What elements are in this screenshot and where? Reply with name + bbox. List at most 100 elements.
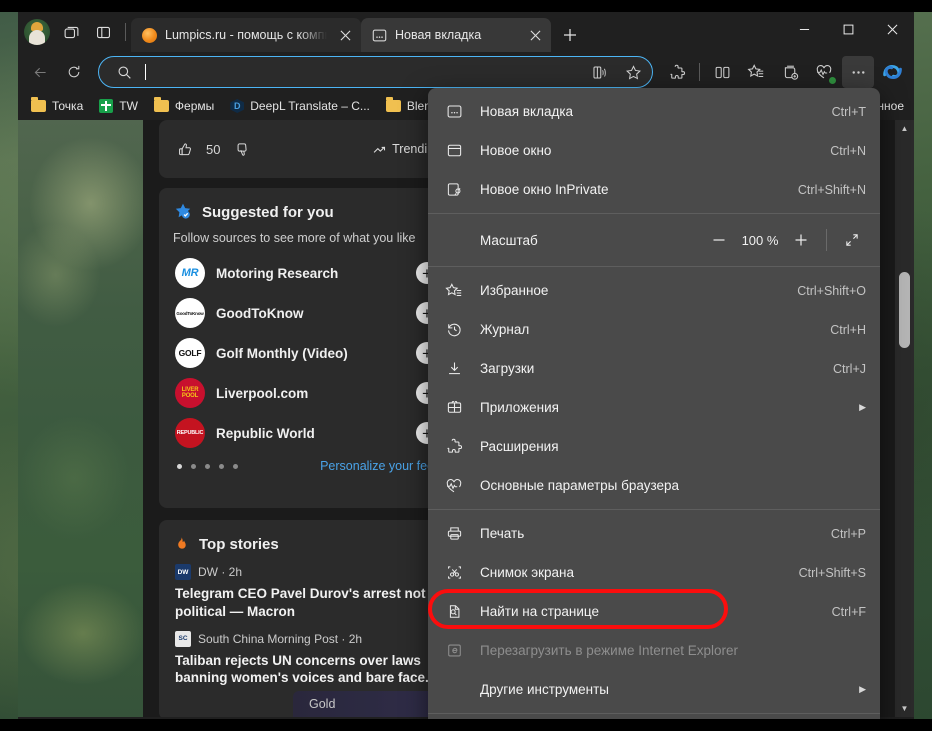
page-dot[interactable] [205, 463, 210, 469]
maximize-button[interactable] [826, 12, 870, 46]
back-button[interactable] [24, 56, 56, 88]
list-item[interactable]: LIVER POOL Liverpool.com + [171, 373, 447, 413]
profile-avatar[interactable] [24, 19, 50, 45]
zoom-divider [826, 229, 827, 251]
list-item[interactable]: REPUBLIC Republic World + [171, 413, 447, 453]
list-item[interactable]: SC South China Morning Post · 2h Taliban… [159, 621, 459, 688]
edge-main-menu: Новая вкладка Ctrl+T Новое окно Ctrl+N Н… [428, 88, 880, 719]
suggested-header: Suggested for you ... [159, 188, 459, 222]
tab-strip-left-controls [18, 12, 131, 52]
read-aloud-icon[interactable] [586, 59, 612, 85]
scroll-up-arrow-icon[interactable]: ▲ [895, 120, 914, 137]
personalize-feed-link[interactable]: Personalize your feed [320, 459, 441, 473]
menu-item-print[interactable]: Печать Ctrl+P [428, 514, 880, 553]
apps-icon [444, 398, 464, 418]
zoom-label: Масштаб [480, 232, 538, 248]
page-dot[interactable] [219, 463, 224, 469]
address-bar[interactable] [98, 56, 653, 88]
list-item[interactable]: GOLF Golf Monthly (Video) + [171, 333, 447, 373]
story-source-label: South China Morning Post · 2h [198, 631, 363, 646]
status-dot-badge [828, 76, 837, 85]
tab-lumpics[interactable]: Lumpics.ru - помощь с компьютером [131, 18, 361, 52]
menu-item-downloads[interactable]: Загрузки Ctrl+J [428, 349, 880, 388]
downloads-icon [444, 359, 464, 379]
minimize-button[interactable] [782, 12, 826, 46]
favorite-star-icon[interactable] [620, 59, 646, 85]
menu-item-apps[interactable]: Приложения ▶ [428, 388, 880, 427]
menu-item-label: Найти на странице [480, 604, 600, 619]
list-item[interactable]: GoodToKnow GoodToKnow + [171, 293, 447, 333]
zoom-out-button[interactable] [705, 226, 733, 254]
close-window-button[interactable] [870, 12, 914, 46]
tab-close-icon[interactable] [335, 25, 355, 45]
page-scrollbar[interactable]: ▲ ▼ [895, 120, 914, 717]
menu-item-browser-essentials[interactable]: Основные параметры браузера [428, 466, 880, 505]
menu-item-shortcut: Ctrl+Shift+N [797, 182, 866, 197]
copilot-icon[interactable] [878, 57, 908, 87]
menu-item-history[interactable]: Журнал Ctrl+H [428, 310, 880, 349]
tab-new-tab[interactable]: Новая вкладка [361, 18, 551, 52]
fullscreen-button[interactable] [838, 226, 866, 254]
zoom-in-button[interactable] [787, 226, 815, 254]
menu-item-zoom: Масштаб 100 % [428, 218, 880, 262]
suggested-title: Suggested for you [202, 203, 334, 221]
menu-item-new-inprivate-window[interactable]: Новое окно InPrivate Ctrl+Shift+N [428, 170, 880, 209]
list-item[interactable]: MR Motoring Research + [171, 253, 447, 293]
menu-item-extensions[interactable]: Расширения [428, 427, 880, 466]
menu-item-label: Другие инструменты [480, 682, 609, 697]
text-cursor [145, 64, 146, 80]
menu-item-favorites[interactable]: Избранное Ctrl+Shift+O [428, 271, 880, 310]
favorites-button[interactable] [740, 56, 772, 88]
page-dot[interactable] [191, 463, 196, 469]
scroll-down-arrow-icon[interactable]: ▼ [895, 700, 914, 717]
tab-close-icon[interactable] [525, 25, 545, 45]
menu-item-shortcut: Ctrl+N [830, 143, 866, 158]
tab-actions-icon[interactable] [88, 17, 118, 47]
tw-icon [99, 99, 114, 113]
menu-item-shortcut: Ctrl+Shift+O [797, 283, 866, 298]
split-screen-button[interactable] [706, 56, 738, 88]
thumbs-down-icon[interactable] [234, 141, 251, 158]
navigation-toolbar [18, 52, 914, 92]
new-tab-button[interactable] [555, 20, 585, 50]
window-controls [782, 12, 914, 46]
menu-item-screenshot[interactable]: Снимок экрана Ctrl+Shift+S [428, 553, 880, 592]
bookmarks-overflow-label[interactable]: нное [877, 99, 908, 113]
page-dot[interactable] [177, 463, 182, 469]
menu-separator [428, 266, 880, 267]
scrollbar-thumb[interactable] [899, 272, 910, 348]
source-logo: GOLF [175, 338, 205, 368]
carousel-pagination: Personalize your feed [159, 453, 459, 473]
new-window-icon [444, 141, 464, 161]
collections-button[interactable] [774, 56, 806, 88]
bookmark-fermy[interactable]: Фермы [147, 95, 221, 117]
source-logo: REPUBLIC [175, 418, 205, 448]
refresh-button[interactable] [58, 56, 90, 88]
page-dot[interactable] [233, 463, 238, 469]
story-headline: Telegram CEO Pavel Durov's arrest not po… [175, 586, 426, 619]
settings-and-more-button[interactable] [842, 56, 874, 88]
extensions-button[interactable] [661, 56, 693, 88]
bookmark-deepl[interactable]: D DeepL Translate – C... [223, 95, 377, 117]
bookmark-tw[interactable]: TW [92, 95, 145, 117]
menu-item-label: Загрузки [480, 361, 535, 376]
menu-item-shortcut: Ctrl+T [831, 104, 866, 119]
top-stories-card: Top stories ... DW DW · 2h Telegram CEO … [159, 520, 459, 717]
tab-title: Новая вкладка [395, 28, 482, 42]
menu-item-label: Печать [480, 526, 525, 541]
menu-item-new-window[interactable]: Новое окно Ctrl+N [428, 131, 880, 170]
list-item[interactable]: DW DW · 2h Telegram CEO Pavel Durov's ar… [159, 554, 459, 621]
tab-title: Lumpics.ru - помощь с компьютером [165, 28, 327, 42]
menu-item-settings[interactable]: Параметры [428, 718, 880, 719]
menu-item-new-tab[interactable]: Новая вкладка Ctrl+T [428, 92, 880, 131]
thumbs-up-icon[interactable] [177, 141, 194, 158]
tab-search-icon[interactable] [56, 17, 86, 47]
ie-icon [444, 641, 464, 661]
menu-item-find-on-page[interactable]: Найти на странице Ctrl+F [428, 592, 880, 631]
bookmark-tochka[interactable]: Точка [24, 95, 90, 117]
menu-item-more-tools[interactable]: Другие инструменты ▶ [428, 670, 880, 709]
browser-essentials-button[interactable] [808, 56, 840, 88]
menu-separator [428, 213, 880, 214]
source-badge: DW [175, 564, 191, 580]
inprivate-icon [444, 180, 464, 200]
